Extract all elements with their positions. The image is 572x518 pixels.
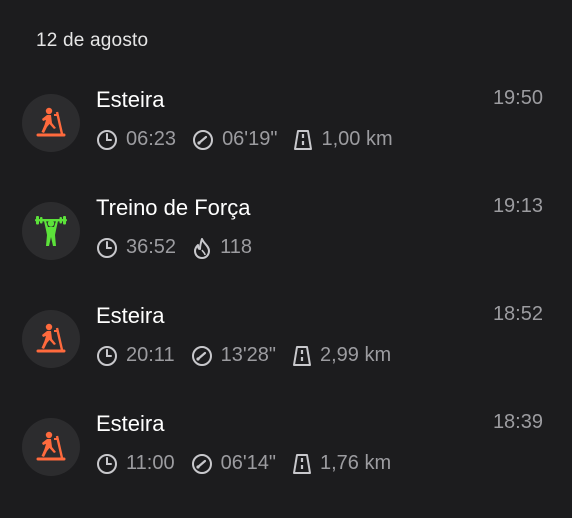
road-icon [293,453,311,474]
workout-metrics: 11:00 06'14" 1,76 km [96,452,407,475]
treadmill-icon [36,107,66,137]
workout-item-treadmill[interactable]: Esteira 19:50 06:23 06'19" 1,00 km [0,87,572,194]
treadmill-icon [36,323,66,353]
clock-icon [97,453,117,474]
calories-value: 118 [220,236,252,258]
duration-metric: 11:00 [96,452,175,475]
clock-icon [97,129,117,150]
distance-value: 1,00 km [321,128,393,150]
road-icon [293,345,311,366]
workout-title: Esteira [96,303,165,328]
speedometer-icon [191,453,212,474]
workout-metrics: 20:11 13'28" 2,99 km [96,344,407,367]
duration-metric: 36:52 [96,236,176,259]
date-header: 12 de agosto [36,30,149,51]
workout-avatar [22,94,80,152]
distance-metric: 1,00 km [293,128,393,151]
pace-value: 06'19" [222,128,278,150]
treadmill-icon [36,431,66,461]
pace-metric: 06'19" [192,128,277,151]
clock-icon [97,237,117,258]
workout-title: Esteira [96,87,165,112]
duration-value: 20:11 [126,344,175,366]
duration-metric: 06:23 [96,128,176,151]
workout-time: 18:39 [492,411,543,433]
duration-metric: 20:11 [96,344,175,367]
road-icon [294,129,313,150]
pace-metric: 06'14" [191,452,276,475]
distance-metric: 1,76 km [292,452,391,475]
distance-value: 1,76 km [320,452,392,474]
speedometer-icon [191,345,212,366]
workout-time: 19:13 [492,195,543,217]
calories-metric: 118 [192,236,252,259]
workout-metrics: 36:52 118 [96,236,268,259]
workout-item-strength[interactable]: Treino de Força 19:13 36:52 118 [0,195,572,302]
clock-icon [97,345,117,366]
duration-value: 11:00 [126,452,175,474]
pace-value: 13'28" [220,344,276,366]
workout-item-treadmill[interactable]: Esteira 18:52 20:11 13'28" 2,99 km [0,303,572,410]
speedometer-icon [193,129,214,150]
duration-value: 06:23 [126,128,177,150]
workout-metrics: 06:23 06'19" 1,00 km [96,128,409,151]
flame-icon [194,237,211,259]
pace-metric: 13'28" [191,344,276,367]
workout-title: Esteira [96,411,165,436]
workout-title: Treino de Força [96,195,251,220]
workout-avatar [22,202,80,260]
workout-avatar [22,310,80,368]
workout-item-treadmill[interactable]: Esteira 18:39 11:00 06'14" 1,76 km [0,411,572,518]
workout-avatar [22,418,80,476]
distance-value: 2,99 km [320,344,392,366]
duration-value: 36:52 [126,236,177,258]
pace-value: 06'14" [220,452,276,474]
workout-time: 18:52 [492,303,543,325]
distance-metric: 2,99 km [292,344,391,367]
strength-training-icon [35,216,67,246]
workout-time: 19:50 [492,87,543,109]
